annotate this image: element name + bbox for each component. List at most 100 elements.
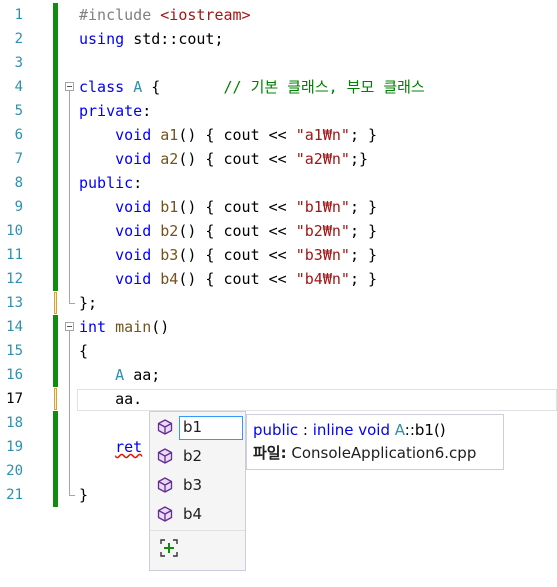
code-token: b1 — [160, 198, 179, 216]
completion-item-label: b4 — [183, 505, 203, 523]
change-marker — [53, 3, 58, 27]
change-marker — [53, 459, 58, 483]
line-number: 3 — [14, 55, 23, 71]
completion-item-b3[interactable]: b3 — [150, 471, 245, 499]
current-line-highlight — [77, 389, 557, 411]
intellisense-completion-list[interactable]: b1 b2 b3 b4 — [149, 411, 246, 571]
change-marker — [53, 483, 58, 507]
code-line[interactable]: private: — [79, 99, 151, 123]
code-token: ret — [115, 438, 143, 456]
line-number: 8 — [14, 175, 23, 191]
code-token: void — [115, 126, 161, 144]
expand-filter-icon[interactable] — [158, 537, 180, 559]
code-editor[interactable]: 1 2 3 4 5 6 7 8 9 10 11 12 13 14 15 16 17 18 19 20 21 #inclu… — [0, 0, 557, 587]
code-line[interactable]: int main() — [79, 315, 169, 339]
tooltip-scope-op: :: — [404, 421, 415, 439]
code-token: "b3₩n" — [295, 246, 350, 264]
code-token: public — [79, 174, 134, 192]
code-token: #include — [79, 6, 161, 24]
tooltip-separator: : — [298, 421, 313, 439]
code-token: <iostream> — [160, 6, 251, 24]
code-token: b2 — [160, 222, 179, 240]
code-token: () { cout << — [178, 246, 296, 264]
completion-item-label: b1 — [183, 418, 203, 436]
collapse-toggle-icon[interactable] — [65, 82, 74, 91]
code-token: b4 — [160, 270, 179, 288]
change-marker — [53, 51, 58, 75]
code-line[interactable]: void b1() { cout << "b1₩n"; } — [79, 195, 377, 219]
code-line[interactable]: A aa; — [79, 363, 160, 387]
code-line[interactable]: void b4() { cout << "b4₩n"; } — [79, 267, 377, 291]
change-marker — [53, 27, 58, 51]
line-number: 2 — [14, 31, 23, 47]
line-number: 4 — [14, 79, 23, 95]
code-token: a2 — [160, 150, 179, 168]
change-marker — [53, 75, 58, 99]
code-line[interactable]: { — [79, 339, 88, 363]
change-marker — [54, 388, 57, 410]
code-token: void — [115, 246, 161, 264]
completion-divider — [150, 530, 245, 531]
code-line[interactable]: #include <iostream> — [79, 3, 251, 27]
code-line[interactable]: public: — [79, 171, 142, 195]
code-token: () { cout << — [178, 198, 296, 216]
completion-item-b4[interactable]: b4 — [150, 500, 245, 528]
completion-item-b2[interactable]: b2 — [150, 442, 245, 470]
code-line[interactable]: void b2() { cout << "b2₩n"; } — [79, 219, 377, 243]
line-number: 7 — [14, 151, 23, 167]
code-token: A — [115, 366, 134, 384]
tooltip-file-label: 파일: — [253, 444, 287, 462]
method-cube-icon — [156, 447, 174, 465]
line-number: 5 — [14, 103, 23, 119]
code-line[interactable]: void a1() { cout << "a1₩n"; } — [79, 123, 377, 147]
tooltip-class-name: A — [394, 421, 405, 439]
tooltip-modifiers: inline void — [312, 421, 395, 439]
code-token: aa. — [79, 390, 143, 408]
line-number: 18 — [6, 415, 23, 431]
code-token: : — [142, 102, 152, 120]
code-token: // 기본 클래스, 부모 클래스 — [223, 78, 425, 96]
code-line[interactable]: void a2() { cout << "a2₩n";} — [79, 147, 368, 171]
code-line[interactable]: using std::cout; — [79, 27, 224, 51]
code-token: private — [79, 102, 143, 120]
line-number: 20 — [6, 463, 23, 479]
code-token: "b1₩n" — [295, 198, 350, 216]
tooltip-signature: public : inline void A::b1() — [253, 420, 446, 440]
method-cube-icon — [156, 418, 174, 436]
completion-item-b1[interactable]: b1 — [150, 413, 245, 441]
code-token: ;} — [349, 150, 368, 168]
code-token: int — [79, 318, 116, 336]
code-token: "a2₩n" — [295, 150, 350, 168]
outline-guide-line — [69, 91, 70, 303]
collapse-toggle-icon[interactable] — [65, 322, 74, 331]
code-token: std::cout; — [133, 30, 224, 48]
code-token: () { cout << — [178, 150, 296, 168]
code-line[interactable]: class A { // 기본 클래스, 부모 클래스 — [79, 75, 425, 99]
code-token: using — [79, 30, 134, 48]
code-token: main — [115, 318, 152, 336]
code-line[interactable]: }; — [79, 291, 97, 315]
code-token: b3 — [160, 246, 179, 264]
change-marker — [53, 147, 58, 171]
code-token: void — [115, 150, 161, 168]
code-line[interactable]: ret — [79, 435, 142, 459]
code-line[interactable]: } — [79, 483, 88, 507]
line-number: 1 — [14, 7, 23, 23]
code-token: () { cout << — [178, 270, 296, 288]
code-line[interactable]: aa. — [79, 387, 142, 411]
change-marker — [53, 435, 58, 459]
change-marker — [53, 219, 58, 243]
code-token: } — [79, 486, 89, 504]
code-token: "a1₩n" — [295, 126, 350, 144]
code-line[interactable]: void b3() { cout << "b3₩n"; } — [79, 243, 377, 267]
line-number: 12 — [6, 271, 23, 287]
code-token: ; } — [349, 222, 378, 240]
tooltip-file-name: ConsoleApplication6.cpp — [286, 444, 477, 462]
code-token: "b2₩n" — [295, 222, 350, 240]
line-number: 6 — [14, 127, 23, 143]
code-token: : — [133, 174, 143, 192]
code-token: ; } — [349, 270, 378, 288]
